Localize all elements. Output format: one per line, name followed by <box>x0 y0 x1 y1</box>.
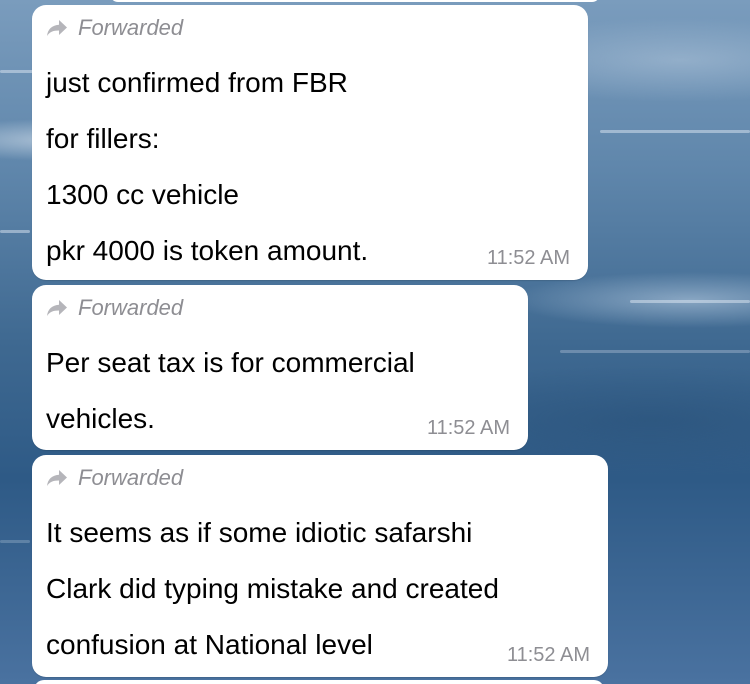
background-highlight <box>630 300 750 303</box>
message-line: 1300 cc vehicle <box>46 179 240 210</box>
forward-arrow-icon <box>47 470 67 486</box>
next-message-bubble[interactable] <box>34 680 604 684</box>
message-line: Clark did typing mistake and created <box>46 573 499 604</box>
forwarded-label: Forwarded <box>78 15 184 40</box>
message-bubble[interactable]: Forwarded Per seat tax is for commercial… <box>32 285 528 450</box>
background-highlight <box>600 130 750 133</box>
message-timestamp: 11:52 AM <box>486 247 570 269</box>
message-text: just confirmed from FBR for fillers: 130… <box>46 55 368 279</box>
message-line: confusion at National level <box>46 629 373 660</box>
message-line: pkr 4000 is token amount. <box>46 235 369 266</box>
message-line: for fillers: <box>46 123 160 154</box>
message-bubble[interactable]: Forwarded It seems as if some idiotic sa… <box>32 455 608 677</box>
forwarded-header: Forwarded <box>46 15 183 41</box>
forwarded-label: Forwarded <box>78 295 184 320</box>
message-line: just confirmed from FBR <box>46 67 348 98</box>
message-text: Per seat tax is for commercial vehicles. <box>46 335 415 447</box>
message-timestamp: 11:52 AM <box>426 417 510 439</box>
forwarded-label: Forwarded <box>78 465 184 490</box>
background-highlight <box>560 350 750 353</box>
message-bubble[interactable]: Forwarded just confirmed from FBR for fi… <box>32 5 588 280</box>
background-highlight <box>0 230 30 233</box>
message-line: vehicles. <box>46 403 155 434</box>
forward-arrow-icon <box>47 300 67 316</box>
forward-arrow-icon <box>47 20 67 36</box>
message-timestamp: 11:52 AM <box>506 644 590 666</box>
forwarded-header: Forwarded <box>46 295 183 321</box>
message-line: It seems as if some idiotic safarshi <box>46 517 473 548</box>
background-highlight <box>0 540 30 543</box>
message-text: It seems as if some idiotic safarshi Cla… <box>46 505 499 673</box>
forwarded-header: Forwarded <box>46 465 183 491</box>
previous-message-bubble[interactable] <box>110 0 600 2</box>
message-line: Per seat tax is for commercial <box>46 347 415 378</box>
